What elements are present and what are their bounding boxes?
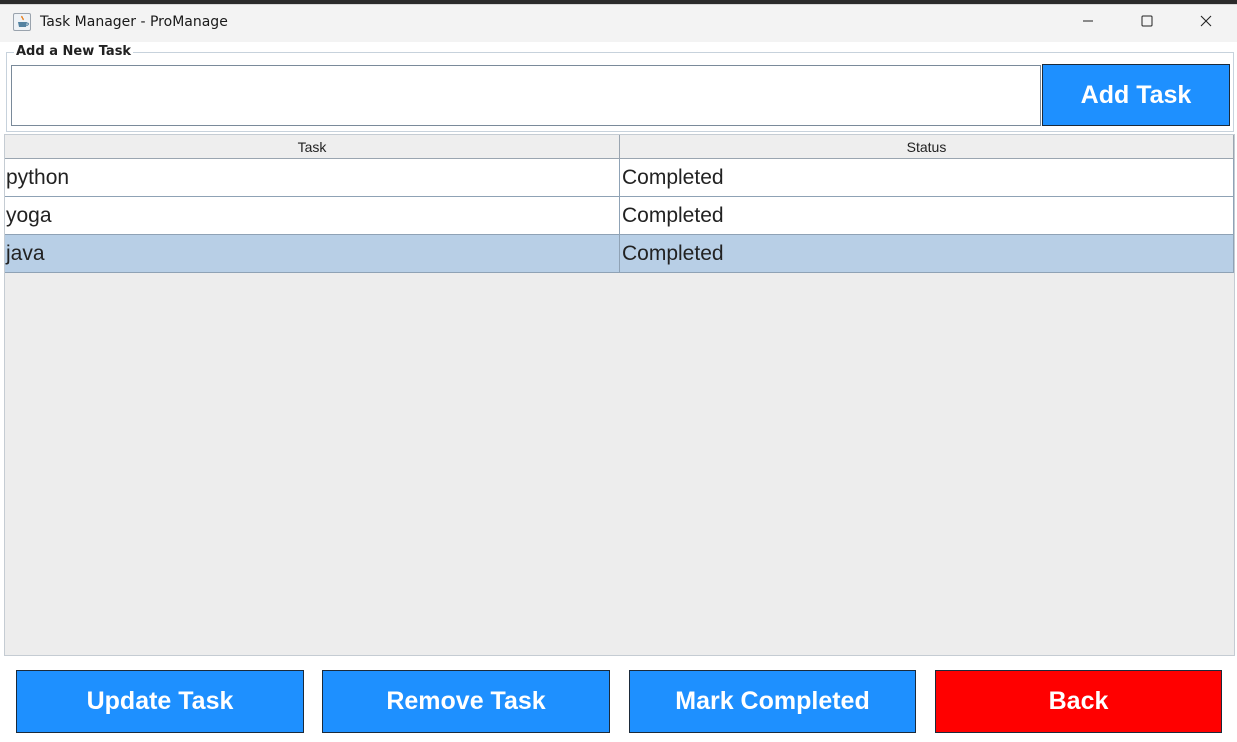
task-input[interactable] [11, 65, 1041, 126]
close-icon [1200, 14, 1212, 32]
status-cell[interactable]: Completed [620, 235, 1234, 273]
title-bar[interactable]: Task Manager - ProManage [0, 5, 1237, 42]
update-task-button[interactable]: Update Task [16, 670, 304, 733]
mark-completed-button[interactable]: Mark Completed [629, 670, 916, 733]
status-cell[interactable]: Completed [620, 197, 1234, 235]
task-table: Task Status python Completed yoga Comple… [4, 134, 1235, 656]
task-cell[interactable]: python [5, 159, 620, 197]
app-window: Task Manager - ProManage Add a New Task … [0, 4, 1237, 742]
minimize-button[interactable] [1059, 5, 1117, 41]
table-row[interactable]: yoga Completed [5, 197, 1234, 235]
status-cell[interactable]: Completed [620, 159, 1234, 197]
java-coffee-cup-icon [13, 13, 31, 31]
minimize-icon [1082, 14, 1094, 32]
window-title: Task Manager - ProManage [40, 14, 228, 30]
task-cell[interactable]: yoga [5, 197, 620, 235]
maximize-button[interactable] [1118, 5, 1176, 41]
remove-task-button[interactable]: Remove Task [322, 670, 610, 733]
table-row-selected[interactable]: java Completed [5, 235, 1234, 273]
column-header-status[interactable]: Status [620, 135, 1234, 159]
back-button[interactable]: Back [935, 670, 1222, 733]
add-task-button[interactable]: Add Task [1042, 64, 1230, 126]
table-row[interactable]: python Completed [5, 159, 1234, 197]
add-task-group-label: Add a New Task [14, 44, 134, 59]
maximize-icon [1141, 14, 1153, 32]
task-cell[interactable]: java [5, 235, 620, 273]
column-header-task[interactable]: Task [5, 135, 620, 159]
close-button[interactable] [1177, 5, 1235, 41]
